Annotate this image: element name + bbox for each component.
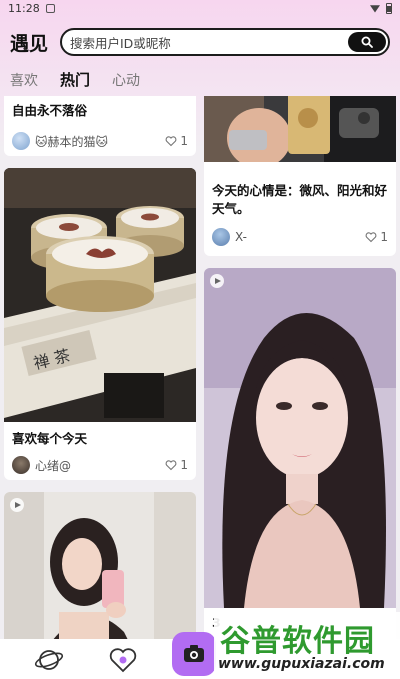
- tab-bar: 喜欢 热门 心动: [10, 66, 140, 90]
- post-card[interactable]: 自由永不落俗 🐱赫本的猫🐱 1: [4, 96, 196, 156]
- search-button[interactable]: [348, 32, 386, 52]
- post-card[interactable]: [4, 492, 196, 639]
- hand-car-image: [204, 96, 396, 162]
- post-meta: 🐱赫本的猫🐱 1: [12, 132, 188, 150]
- video-play-icon: [10, 498, 24, 512]
- camera-button[interactable]: [172, 632, 216, 676]
- planet-icon[interactable]: [34, 645, 64, 675]
- feed: 自由永不落俗 🐱赫本的猫🐱 1 禅 茶 喜欢每个今天 心绪@ 1 今天的心情是：…: [4, 96, 396, 639]
- heart-icon: [165, 136, 177, 147]
- wifi-icon: [370, 5, 380, 13]
- heart-eye-icon[interactable]: [108, 645, 138, 675]
- post-image: [4, 492, 196, 639]
- battery-icon: [386, 2, 392, 14]
- like-button[interactable]: 1: [165, 134, 188, 148]
- post-title: 自由永不落俗: [12, 103, 88, 118]
- search-placeholder: 搜索用户ID或昵称: [70, 35, 171, 51]
- like-count: 1: [380, 230, 388, 244]
- watermark: 谷普软件园 www.gupuxiazai.com: [214, 612, 400, 679]
- post-card[interactable]: 3: [204, 268, 396, 639]
- post-username[interactable]: X-: [235, 230, 247, 244]
- avatar[interactable]: [12, 456, 30, 474]
- post-image: [204, 268, 396, 608]
- post-card[interactable]: 禅 茶 喜欢每个今天 心绪@ 1: [4, 168, 196, 480]
- like-button[interactable]: 1: [165, 458, 188, 472]
- header: 遇见 搜索用户ID或昵称: [0, 26, 400, 58]
- post-meta: X- 1: [212, 228, 388, 246]
- status-time: 11:28: [8, 1, 40, 15]
- status-bar: 11:28: [0, 0, 400, 16]
- portrait-image: [204, 268, 396, 608]
- avatar[interactable]: [12, 132, 30, 150]
- post-username[interactable]: 心绪@: [35, 457, 71, 474]
- heart-icon: [165, 460, 177, 471]
- post-title: 今天的心情是：微风、阳光和好天气。: [212, 183, 388, 216]
- notification-icon: [45, 3, 55, 13]
- camera-icon: [184, 645, 204, 662]
- like-button[interactable]: 1: [365, 230, 388, 244]
- post-image: 禅 茶: [4, 168, 196, 422]
- avatar[interactable]: [212, 228, 230, 246]
- post-image: [204, 96, 396, 162]
- tab-heartbeat[interactable]: 心动: [112, 70, 140, 90]
- like-count: 1: [180, 134, 188, 148]
- search-icon: [361, 36, 373, 48]
- post-meta: 心绪@ 1: [12, 456, 188, 474]
- search-input[interactable]: 搜索用户ID或昵称: [60, 28, 390, 56]
- watermark-url: www.gupuxiazai.com: [218, 656, 385, 672]
- heart-icon: [365, 232, 377, 243]
- post-card[interactable]: 今天的心情是：微风、阳光和好天气。 X- 1: [204, 96, 396, 256]
- post-title: 喜欢每个今天: [12, 431, 88, 446]
- like-count: 1: [180, 458, 188, 472]
- coffee-cups-image: 禅 茶: [4, 168, 196, 422]
- page-title: 遇见: [10, 32, 49, 55]
- tab-like[interactable]: 喜欢: [10, 70, 38, 90]
- post-username[interactable]: 🐱赫本的猫🐱: [35, 133, 108, 150]
- video-play-icon: [210, 274, 224, 288]
- tab-hot[interactable]: 热门: [60, 69, 90, 90]
- mirror-selfie-image: [4, 492, 196, 639]
- watermark-title: 谷普软件园: [220, 624, 375, 659]
